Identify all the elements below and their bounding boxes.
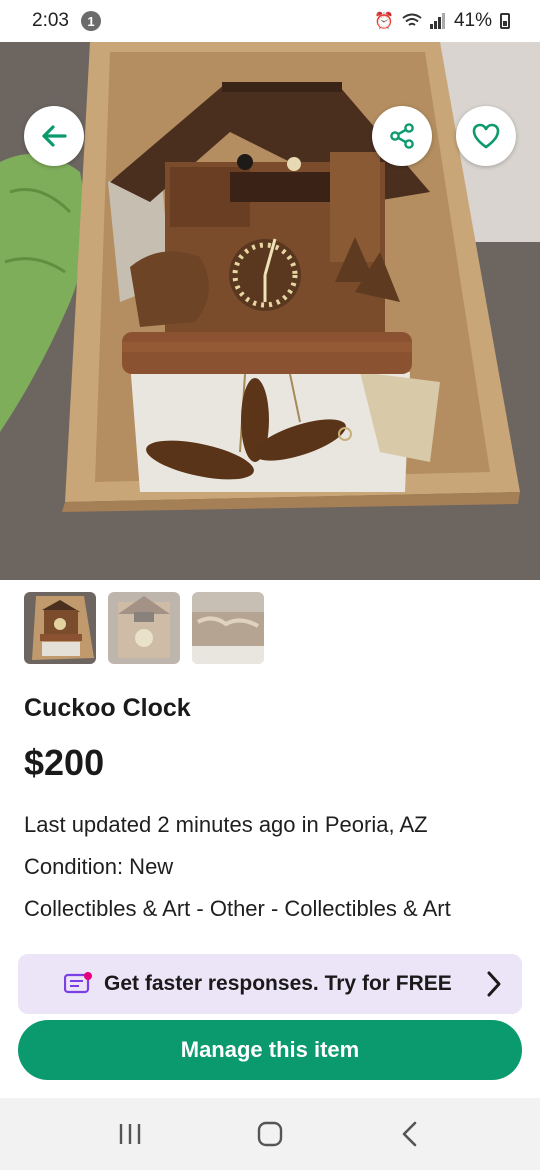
manage-item-button[interactable]: Manage this item: [18, 1020, 522, 1080]
notification-count-badge: 1: [80, 11, 101, 31]
status-right: ⏰ 41%: [374, 10, 510, 32]
photo-thumbnail-1[interactable]: [24, 592, 96, 664]
recents-button[interactable]: [100, 1112, 160, 1156]
status-time: 2:03: [32, 10, 69, 31]
status-bar: 2:03 1 ⏰ 41%: [0, 0, 540, 42]
listing-price: $200: [24, 742, 105, 783]
status-left: 2:03 1: [32, 10, 101, 32]
listing-title: Cuckoo Clock: [24, 694, 191, 722]
system-nav-bar: [0, 1098, 540, 1170]
promo-banner[interactable]: Get faster responses. Try for FREE: [18, 954, 522, 1014]
condition-text: Condition: New: [24, 854, 174, 879]
message-icon: [64, 972, 92, 994]
heart-icon: [472, 123, 500, 149]
home-button[interactable]: [240, 1112, 300, 1156]
promo-text: Get faster responses. Try for FREE: [104, 972, 452, 995]
signal-icon: [429, 13, 445, 29]
photo-thumbnail-2[interactable]: [108, 592, 180, 664]
home-icon: [257, 1121, 283, 1147]
category-text: Collectibles & Art - Other - Collectible…: [24, 896, 451, 921]
back-icon: [402, 1121, 417, 1147]
recents-icon: [119, 1124, 141, 1144]
photo-thumbnails: [24, 592, 264, 664]
system-back-button[interactable]: [380, 1112, 440, 1156]
alarm-icon: ⏰: [374, 13, 394, 30]
battery-icon: [500, 13, 510, 29]
listing-photo[interactable]: [0, 42, 540, 580]
favorite-button[interactable]: [456, 106, 516, 166]
arrow-left-icon: [42, 125, 67, 147]
wifi-icon: [402, 13, 422, 26]
chevron-right-icon: [487, 971, 501, 997]
photo-thumbnail-3[interactable]: [192, 592, 264, 664]
back-button[interactable]: [24, 106, 84, 166]
battery-percent: 41%: [453, 10, 492, 31]
last-updated-text: Last updated 2 minutes ago in Peoria, AZ: [24, 812, 428, 837]
share-icon: [390, 123, 414, 149]
share-button[interactable]: [372, 106, 432, 166]
